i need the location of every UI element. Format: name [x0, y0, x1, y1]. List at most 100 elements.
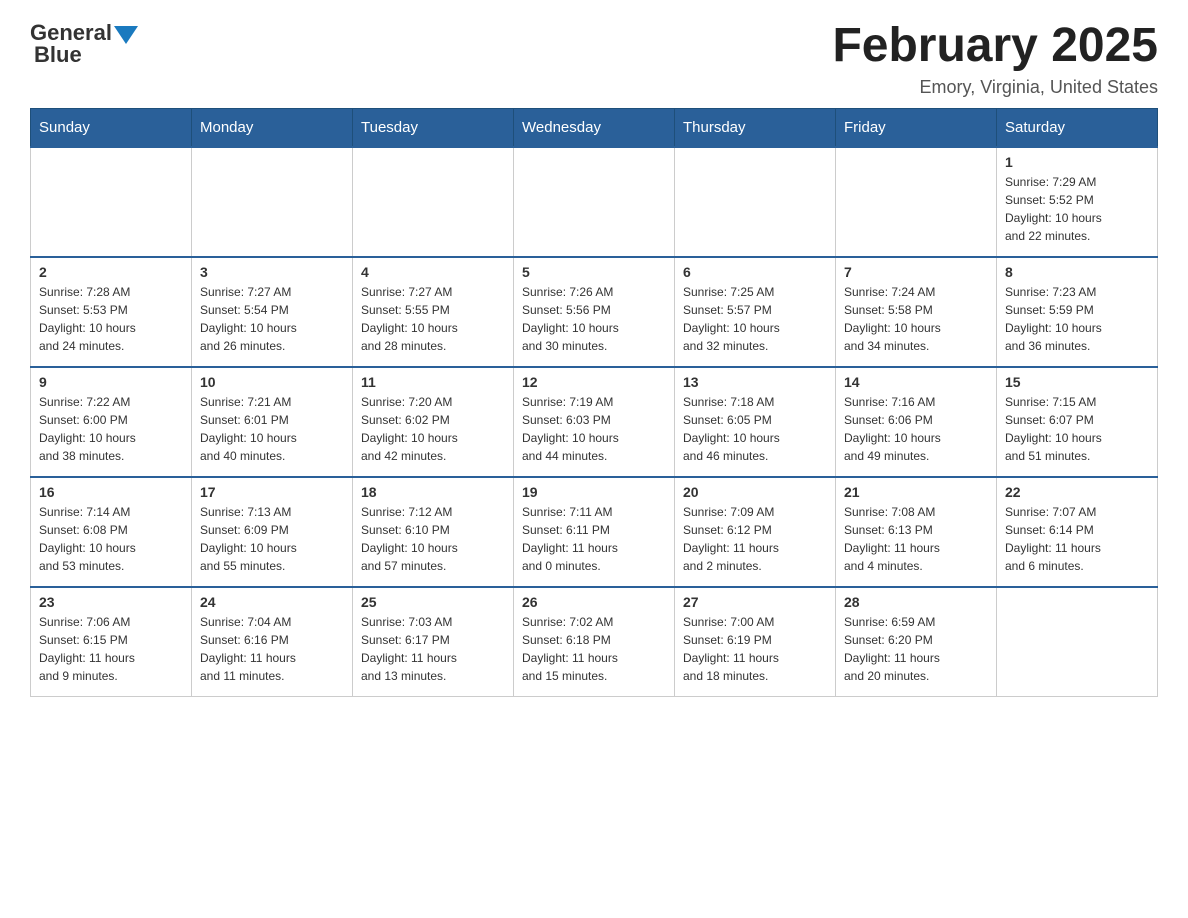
calendar-cell: 1Sunrise: 7:29 AMSunset: 5:52 PMDaylight…	[997, 147, 1158, 257]
day-number: 5	[522, 264, 666, 280]
page-subtitle: Emory, Virginia, United States	[832, 77, 1158, 98]
page-header: General Blue February 2025 Emory, Virgin…	[30, 20, 1158, 98]
day-number: 19	[522, 484, 666, 500]
day-number: 21	[844, 484, 988, 500]
calendar-cell	[192, 147, 353, 257]
calendar-header-friday: Friday	[836, 108, 997, 147]
calendar-cell: 23 Sunrise: 7:06 AMSunset: 6:15 PMDayligh…	[31, 587, 192, 697]
calendar-header-monday: Monday	[192, 108, 353, 147]
day-number: 11	[361, 374, 505, 390]
day-info: Sunrise: 7:22 AMSunset: 6:00 PMDaylight:…	[39, 393, 183, 465]
calendar-week-row: 23 Sunrise: 7:06 AMSunset: 6:15 PMDayligh…	[31, 587, 1158, 697]
day-number: 28	[844, 594, 988, 610]
day-number: 22	[1005, 484, 1149, 500]
calendar-cell	[353, 147, 514, 257]
calendar-header-row: SundayMondayTuesdayWednesdayThursdayFrid…	[31, 108, 1158, 147]
day-number: 10	[200, 374, 344, 390]
day-info: Sunrise: 7:02 AMSunset: 6:18 PMDaylight:…	[522, 613, 666, 685]
day-number: 13	[683, 374, 827, 390]
calendar-cell: 12 Sunrise: 7:19 AMSunset: 6:03 PMDayligh…	[514, 367, 675, 477]
calendar-cell	[997, 587, 1158, 697]
day-number: 20	[683, 484, 827, 500]
logo: General Blue	[30, 20, 138, 68]
day-info: Sunrise: 7:14 AMSunset: 6:08 PMDaylight:…	[39, 503, 183, 575]
day-info: Sunrise: 7:29 AMSunset: 5:52 PMDaylight:…	[1005, 173, 1149, 245]
day-number: 17	[200, 484, 344, 500]
day-number: 14	[844, 374, 988, 390]
day-number: 8	[1005, 264, 1149, 280]
calendar-cell: 10 Sunrise: 7:21 AMSunset: 6:01 PMDayligh…	[192, 367, 353, 477]
calendar-cell: 14Sunrise: 7:16 AMSunset: 6:06 PMDayligh…	[836, 367, 997, 477]
calendar-cell: 11 Sunrise: 7:20 AMSunset: 6:02 PMDayligh…	[353, 367, 514, 477]
day-info: Sunrise: 7:00 AMSunset: 6:19 PMDaylight:…	[683, 613, 827, 685]
day-info: Sunrise: 7:15 AMSunset: 6:07 PMDaylight:…	[1005, 393, 1149, 465]
calendar-cell: 18Sunrise: 7:12 AMSunset: 6:10 PMDayligh…	[353, 477, 514, 587]
day-info: Sunrise: 6:59 AMSunset: 6:20 PMDaylight:…	[844, 613, 988, 685]
calendar-cell	[675, 147, 836, 257]
calendar-cell: 15 Sunrise: 7:15 AMSunset: 6:07 PMDayligh…	[997, 367, 1158, 477]
calendar-cell: 22 Sunrise: 7:07 AMSunset: 6:14 PMDayligh…	[997, 477, 1158, 587]
calendar-cell: 21 Sunrise: 7:08 AMSunset: 6:13 PMDayligh…	[836, 477, 997, 587]
calendar-cell: 8Sunrise: 7:23 AMSunset: 5:59 PMDaylight…	[997, 257, 1158, 367]
day-info: Sunrise: 7:11 AMSunset: 6:11 PMDaylight:…	[522, 503, 666, 575]
calendar-cell: 25 Sunrise: 7:03 AMSunset: 6:17 PMDayligh…	[353, 587, 514, 697]
calendar-header-wednesday: Wednesday	[514, 108, 675, 147]
day-info: Sunrise: 7:27 AMSunset: 5:54 PMDaylight:…	[200, 283, 344, 355]
calendar-cell: 19 Sunrise: 7:11 AMSunset: 6:11 PMDayligh…	[514, 477, 675, 587]
calendar-cell: 13 Sunrise: 7:18 AMSunset: 6:05 PMDayligh…	[675, 367, 836, 477]
day-info: Sunrise: 7:24 AMSunset: 5:58 PMDaylight:…	[844, 283, 988, 355]
day-number: 3	[200, 264, 344, 280]
day-info: Sunrise: 7:08 AMSunset: 6:13 PMDaylight:…	[844, 503, 988, 575]
day-info: Sunrise: 7:19 AMSunset: 6:03 PMDaylight:…	[522, 393, 666, 465]
calendar-cell: 6Sunrise: 7:25 AMSunset: 5:57 PMDaylight…	[675, 257, 836, 367]
calendar-cell: 5 Sunrise: 7:26 AMSunset: 5:56 PMDaylight…	[514, 257, 675, 367]
day-info: Sunrise: 7:13 AMSunset: 6:09 PMDaylight:…	[200, 503, 344, 575]
calendar-cell	[514, 147, 675, 257]
calendar-cell: 3 Sunrise: 7:27 AMSunset: 5:54 PMDaylight…	[192, 257, 353, 367]
calendar-cell: 20Sunrise: 7:09 AMSunset: 6:12 PMDayligh…	[675, 477, 836, 587]
day-number: 4	[361, 264, 505, 280]
calendar-cell: 27 Sunrise: 7:00 AMSunset: 6:19 PMDayligh…	[675, 587, 836, 697]
day-info: Sunrise: 7:03 AMSunset: 6:17 PMDaylight:…	[361, 613, 505, 685]
calendar-week-row: 9 Sunrise: 7:22 AMSunset: 6:00 PMDaylight…	[31, 367, 1158, 477]
day-number: 2	[39, 264, 183, 280]
calendar-cell: 9 Sunrise: 7:22 AMSunset: 6:00 PMDaylight…	[31, 367, 192, 477]
day-number: 16	[39, 484, 183, 500]
day-info: Sunrise: 7:26 AMSunset: 5:56 PMDaylight:…	[522, 283, 666, 355]
logo-arrow-icon	[114, 26, 138, 44]
day-info: Sunrise: 7:20 AMSunset: 6:02 PMDaylight:…	[361, 393, 505, 465]
day-info: Sunrise: 7:21 AMSunset: 6:01 PMDaylight:…	[200, 393, 344, 465]
calendar-cell: 7Sunrise: 7:24 AMSunset: 5:58 PMDaylight…	[836, 257, 997, 367]
day-info: Sunrise: 7:06 AMSunset: 6:15 PMDaylight:…	[39, 613, 183, 685]
day-number: 27	[683, 594, 827, 610]
calendar-week-row: 2 Sunrise: 7:28 AMSunset: 5:53 PMDaylight…	[31, 257, 1158, 367]
day-info: Sunrise: 7:12 AMSunset: 6:10 PMDaylight:…	[361, 503, 505, 575]
day-info: Sunrise: 7:18 AMSunset: 6:05 PMDaylight:…	[683, 393, 827, 465]
day-number: 25	[361, 594, 505, 610]
day-info: Sunrise: 7:04 AMSunset: 6:16 PMDaylight:…	[200, 613, 344, 685]
day-number: 26	[522, 594, 666, 610]
calendar-week-row: 16 Sunrise: 7:14 AMSunset: 6:08 PMDayligh…	[31, 477, 1158, 587]
calendar-cell	[836, 147, 997, 257]
calendar-cell: 17 Sunrise: 7:13 AMSunset: 6:09 PMDayligh…	[192, 477, 353, 587]
day-info: Sunrise: 7:27 AMSunset: 5:55 PMDaylight:…	[361, 283, 505, 355]
calendar-cell: 16 Sunrise: 7:14 AMSunset: 6:08 PMDayligh…	[31, 477, 192, 587]
title-block: February 2025 Emory, Virginia, United St…	[832, 20, 1158, 98]
calendar-header-tuesday: Tuesday	[353, 108, 514, 147]
day-number: 24	[200, 594, 344, 610]
day-info: Sunrise: 7:28 AMSunset: 5:53 PMDaylight:…	[39, 283, 183, 355]
day-info: Sunrise: 7:07 AMSunset: 6:14 PMDaylight:…	[1005, 503, 1149, 575]
day-number: 23	[39, 594, 183, 610]
calendar-cell: 26 Sunrise: 7:02 AMSunset: 6:18 PMDayligh…	[514, 587, 675, 697]
day-number: 15	[1005, 374, 1149, 390]
calendar-header-thursday: Thursday	[675, 108, 836, 147]
calendar-header-sunday: Sunday	[31, 108, 192, 147]
calendar-cell: 4 Sunrise: 7:27 AMSunset: 5:55 PMDaylight…	[353, 257, 514, 367]
calendar-cell	[31, 147, 192, 257]
day-number: 12	[522, 374, 666, 390]
calendar-cell: 24 Sunrise: 7:04 AMSunset: 6:16 PMDayligh…	[192, 587, 353, 697]
calendar-header-saturday: Saturday	[997, 108, 1158, 147]
calendar-week-row: 1Sunrise: 7:29 AMSunset: 5:52 PMDaylight…	[31, 147, 1158, 257]
day-number: 9	[39, 374, 183, 390]
day-number: 6	[683, 264, 827, 280]
